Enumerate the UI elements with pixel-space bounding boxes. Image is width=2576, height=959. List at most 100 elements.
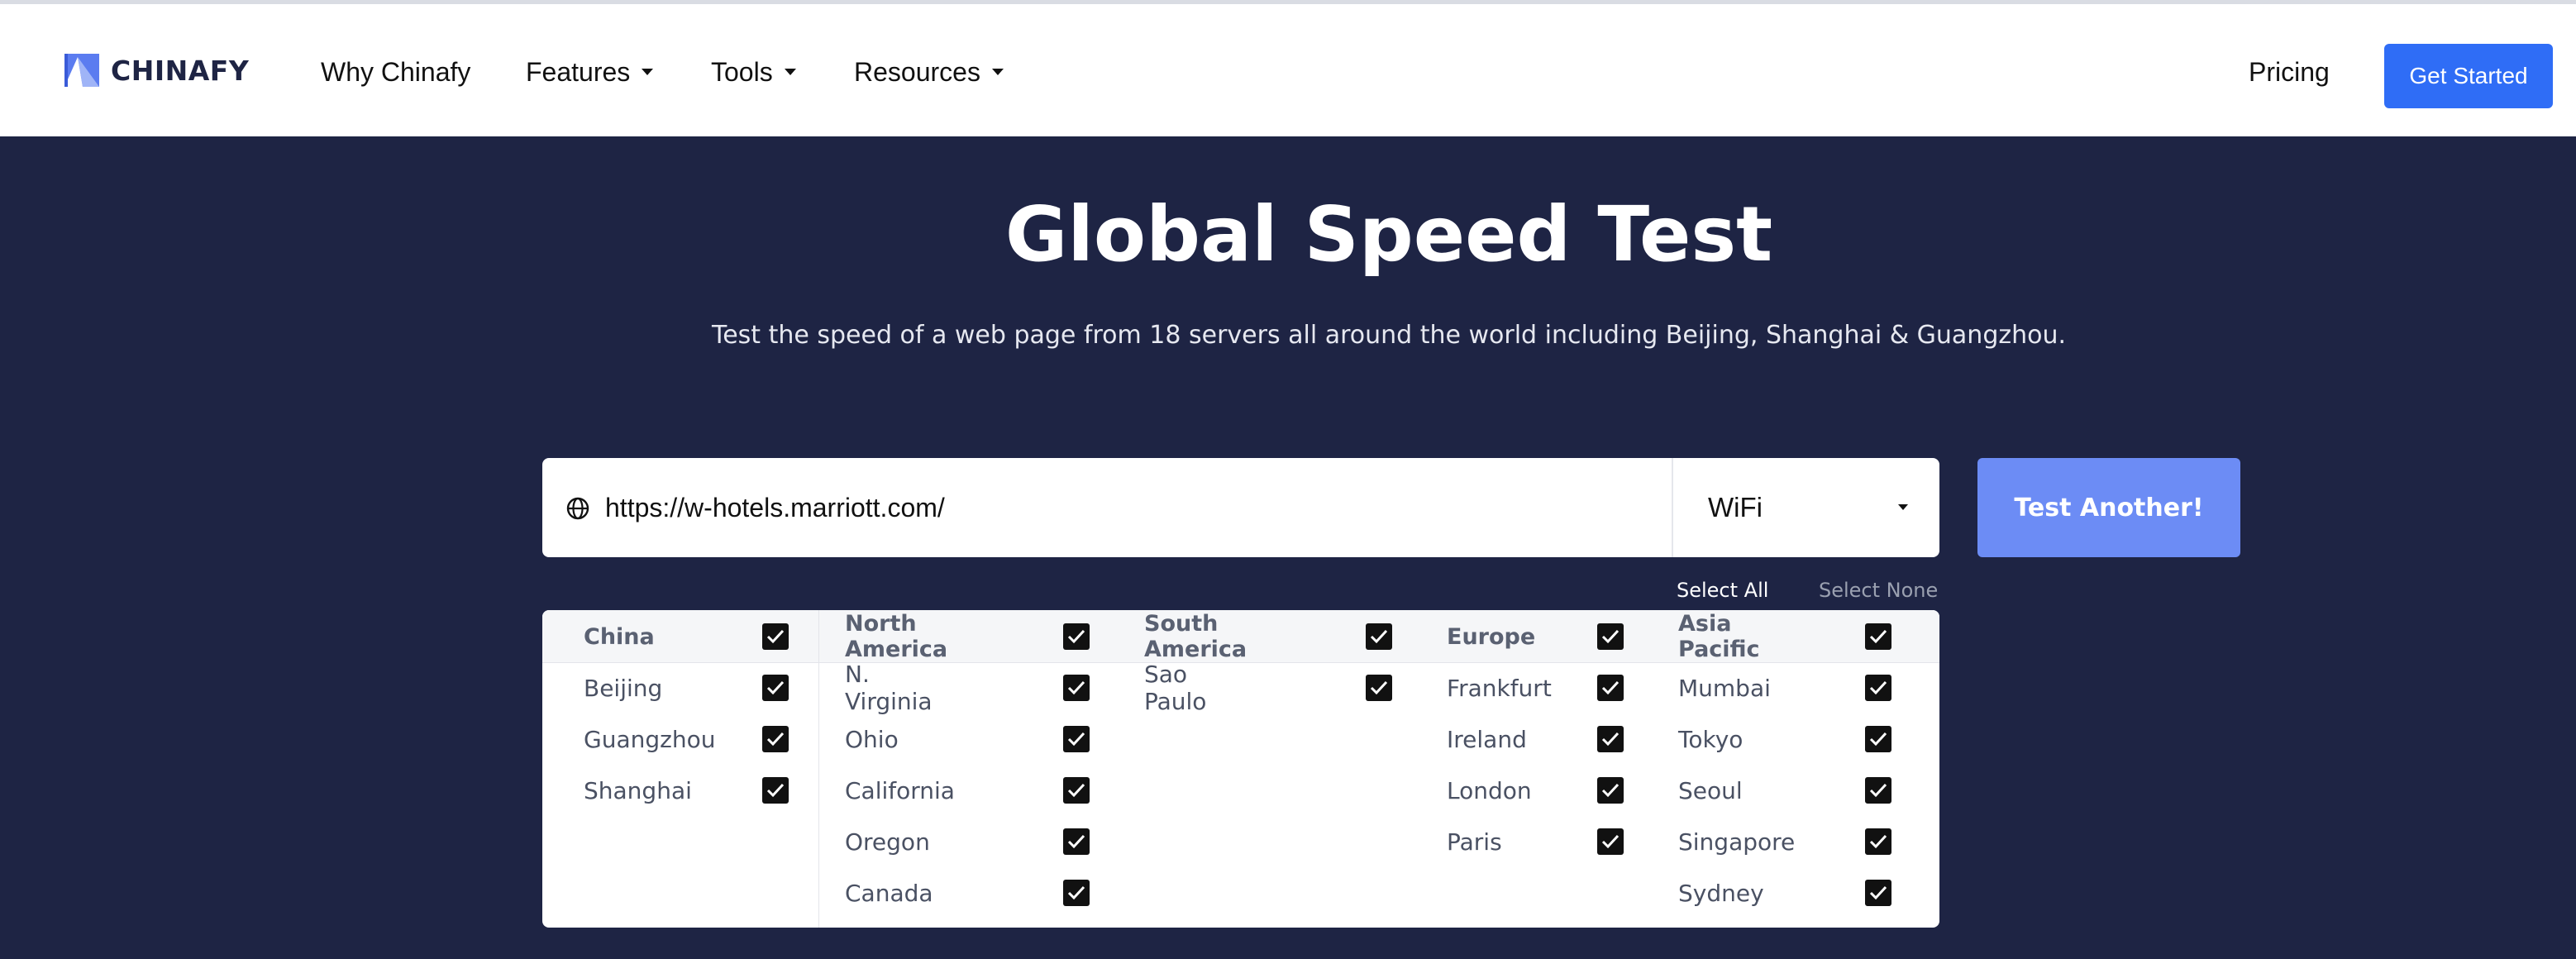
- checkmark-icon: [1601, 783, 1620, 798]
- city-checkbox-london[interactable]: [1597, 777, 1624, 804]
- city-checkbox-beijing[interactable]: [762, 675, 789, 701]
- nav-pricing-label: Pricing: [2249, 56, 2330, 87]
- city-label: Singapore: [1678, 828, 1796, 856]
- url-divider: [1672, 458, 1673, 557]
- logo[interactable]: CHINAFY: [64, 54, 249, 87]
- checkmark-icon: [1370, 629, 1388, 644]
- city-checkbox-tokyo[interactable]: [1865, 726, 1891, 752]
- select-all-link[interactable]: Select All: [1677, 579, 1768, 602]
- checkmark-icon: [1601, 629, 1620, 644]
- city-checkbox-singapore[interactable]: [1865, 828, 1891, 855]
- city-label: N. Virginia: [845, 661, 933, 715]
- checkmark-icon: [1869, 885, 1887, 900]
- city-label: Sydney: [1678, 879, 1764, 907]
- city-checkbox-shanghai[interactable]: [762, 777, 789, 804]
- nav-tools-label: Tools: [711, 56, 773, 87]
- select-none-link[interactable]: Select None: [1819, 579, 1938, 602]
- region-heading: South America: [1144, 611, 1247, 662]
- network-select-value: WiFi: [1708, 492, 1763, 522]
- test-another-button[interactable]: Test Another!: [1977, 458, 2240, 557]
- city-label: California: [845, 776, 955, 804]
- city-label: Tokyo: [1678, 725, 1744, 753]
- city-checkbox-california[interactable]: [1063, 777, 1090, 804]
- nav-tools[interactable]: Tools: [711, 54, 796, 90]
- nav-why-chinafy-label: Why Chinafy: [321, 56, 471, 87]
- checkmark-icon: [1869, 834, 1887, 849]
- globe-icon: [566, 497, 589, 520]
- city-checkbox-frankfurt[interactable]: [1597, 675, 1624, 701]
- city-label: Ohio: [845, 725, 899, 753]
- checkmark-icon: [1067, 834, 1085, 849]
- city-label: Mumbai: [1678, 674, 1771, 702]
- nav-pricing[interactable]: Pricing: [2249, 54, 2330, 90]
- checkmark-icon: [1067, 629, 1085, 644]
- region-checkbox-south-america[interactable]: [1366, 623, 1392, 650]
- checkmark-icon: [1601, 680, 1620, 695]
- region-heading: China: [584, 623, 655, 650]
- nav-features[interactable]: Features: [526, 54, 654, 90]
- checkmark-icon: [1869, 629, 1887, 644]
- chevron-down-icon: [1898, 504, 1908, 510]
- nav-resources[interactable]: Resources: [854, 54, 1004, 90]
- region-heading: Asia Pacific: [1678, 611, 1760, 662]
- column-divider: [818, 610, 819, 928]
- region-checkbox-china[interactable]: [762, 623, 789, 650]
- logo-mark-icon: [64, 54, 99, 87]
- page-title: Global Speed Test: [1004, 190, 1773, 279]
- server-selection-panel: China Beijing Guangzhou Shanghai North A…: [542, 610, 1939, 928]
- get-started-button[interactable]: Get Started: [2384, 44, 2553, 108]
- region-checkbox-europe[interactable]: [1597, 623, 1624, 650]
- city-checkbox-ohio[interactable]: [1063, 726, 1090, 752]
- page-subtitle: Test the speed of a web page from 18 ser…: [711, 321, 2067, 350]
- checkmark-icon: [766, 680, 785, 695]
- site-header: CHINAFY Why Chinafy Features Tools Resou…: [0, 4, 2576, 136]
- url-form: WiFi: [542, 458, 1939, 557]
- chevron-down-icon: [784, 69, 796, 75]
- city-label: Guangzhou: [584, 725, 716, 753]
- region-checkbox-north-america[interactable]: [1063, 623, 1090, 650]
- city-label: London: [1447, 776, 1532, 804]
- city-label: Oregon: [845, 828, 930, 856]
- checkmark-icon: [1067, 680, 1085, 695]
- nav-features-label: Features: [526, 56, 631, 87]
- checkmark-icon: [766, 783, 785, 798]
- city-label: Shanghai: [584, 776, 692, 804]
- region-heading: North America: [845, 611, 948, 662]
- city-checkbox-n-virginia[interactable]: [1063, 675, 1090, 701]
- checkmark-icon: [766, 629, 785, 644]
- region-heading: Europe: [1447, 623, 1536, 650]
- city-checkbox-sao-paulo[interactable]: [1366, 675, 1392, 701]
- checkmark-icon: [1370, 680, 1388, 695]
- city-label: Seoul: [1678, 776, 1743, 804]
- city-label: Canada: [845, 879, 933, 907]
- city-label: Frankfurt: [1447, 674, 1552, 702]
- city-label: Beijing: [584, 674, 663, 702]
- chevron-down-icon: [991, 69, 1004, 75]
- city-checkbox-paris[interactable]: [1597, 828, 1624, 855]
- city-checkbox-seoul[interactable]: [1865, 777, 1891, 804]
- city-checkbox-ireland[interactable]: [1597, 726, 1624, 752]
- city-checkbox-mumbai[interactable]: [1865, 675, 1891, 701]
- checkmark-icon: [1067, 783, 1085, 798]
- checkmark-icon: [1601, 732, 1620, 747]
- city-checkbox-oregon[interactable]: [1063, 828, 1090, 855]
- nav-why-chinafy[interactable]: Why Chinafy: [321, 54, 470, 90]
- checkmark-icon: [1601, 834, 1620, 849]
- chevron-down-icon: [642, 69, 654, 75]
- checkmark-icon: [766, 732, 785, 747]
- city-checkbox-sydney[interactable]: [1865, 880, 1891, 906]
- checkmark-icon: [1869, 783, 1887, 798]
- checkmark-icon: [1869, 732, 1887, 747]
- city-checkbox-guangzhou[interactable]: [762, 726, 789, 752]
- checkmark-icon: [1869, 680, 1887, 695]
- city-label: Sao Paulo: [1144, 661, 1207, 715]
- region-checkbox-asia-pacific[interactable]: [1865, 623, 1891, 650]
- logo-text: CHINAFY: [111, 54, 250, 87]
- url-input[interactable]: [605, 483, 1366, 532]
- city-label: Ireland: [1447, 725, 1527, 753]
- checkmark-icon: [1067, 885, 1085, 900]
- city-checkbox-canada[interactable]: [1063, 880, 1090, 906]
- network-select[interactable]: WiFi: [1708, 458, 1923, 557]
- checkmark-icon: [1067, 732, 1085, 747]
- city-label: Paris: [1447, 828, 1502, 856]
